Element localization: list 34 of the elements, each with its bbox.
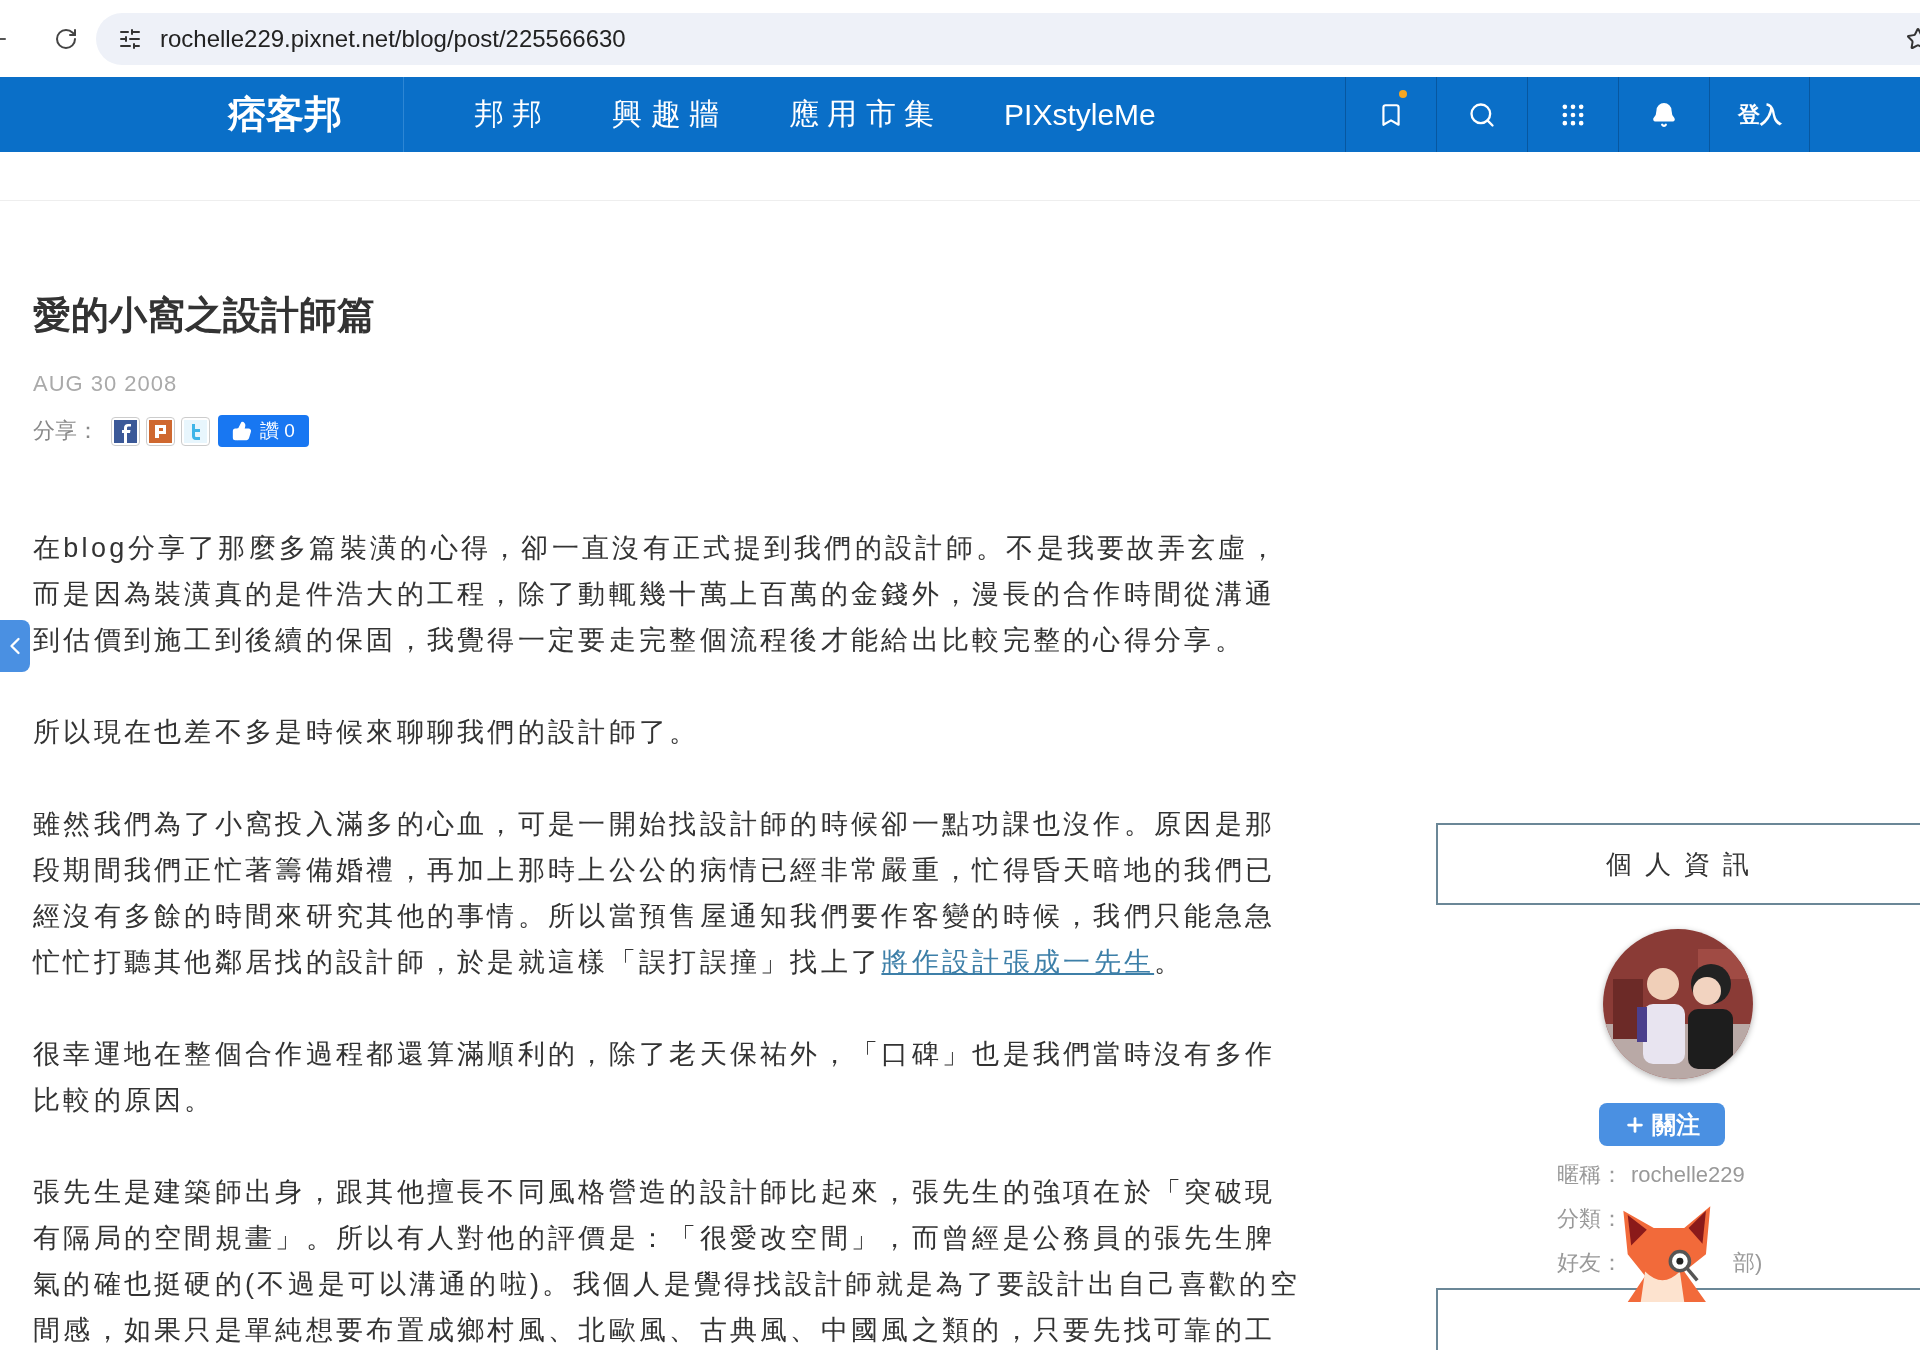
paragraph: 很幸運地在整個合作過程都還算滿順利的，除了老天保祐外，「口碑」也是我們當時沒有多作 比較的原因。 (33, 1038, 1277, 1117)
paragraph: 所以現在也差不多是時候來聊聊我們的設計師了。 (33, 716, 701, 749)
search-icon (1468, 100, 1496, 129)
thumbs-up-icon (232, 421, 252, 441)
info-value: 部) (1733, 1249, 1763, 1277)
nav-link[interactable]: 興 趣 牆 (612, 94, 719, 135)
url-text: rochelle229.pixnet.net/blog/post/225566630 (160, 24, 626, 53)
logo[interactable]: 痞客邦 (228, 77, 404, 152)
section-title: 個 人 資 訊 (1605, 847, 1753, 881)
site-settings-icon[interactable] (118, 26, 142, 51)
bell-icon (1651, 101, 1677, 128)
info-label: 暱稱： (1557, 1161, 1623, 1189)
reload-icon[interactable] (54, 26, 78, 51)
info-value: rochelle229 (1631, 1162, 1745, 1188)
designer-link[interactable]: 將作設計張成一先生 (881, 947, 1155, 977)
nav-link[interactable]: 邦 邦 (474, 94, 543, 135)
paragraph: 雖然我們為了小窩投入滿多的心血，可是一開始找設計師的時候卻一點功課也沒作。原因是那 段期間我們正忙著籌備婚禮，再加上那時上公公的病情已經非常嚴重，忙得昏天暗地的我們已 經沒有多餘的時間來研究其他的事情。所以當預售屋通知我們要作客變的時候，我們只能急急 忙忙打聽其他鄰居找的設計師，於是就這樣「誤打誤撞」找上了 將作設計張成一先生。 (33, 808, 1277, 979)
like-button[interactable]: 讚 0 (218, 415, 309, 447)
info-label: 分類： (1557, 1205, 1623, 1233)
side-tab[interactable] (0, 620, 30, 672)
paragraph: 在blog分享了那麼多篇裝潢的心得，卻一直沒有正式提到我們的設計師。不是我要故弄玄虛， 而是因為裝潢真的是件浩大的工程，除了動輒幾十萬上百萬的金錢外，漫長的合作時間從溝通 到估價到施工到後續的保固，我覺得一定要走完整個流程後才能給出比較完整的心得分享。 (33, 532, 1280, 657)
address-bar[interactable]: rochelle229.pixnet.net/blog/post/225566630 (96, 12, 1920, 65)
share-label: 分享： (33, 417, 99, 445)
plurk-share-button[interactable] (146, 416, 175, 446)
post-title: 愛的小窩之設計師篇 (33, 293, 376, 338)
login-button[interactable]: 登入 (1710, 77, 1810, 152)
paragraph: 張先生是建築師出身，跟其他擅長不同風格營造的設計師比起來，張先生的強項在於「突破現 有隔局的空間規畫」。所以有人對他的評價是：「很愛改空間」，而曾經是公務員的張先生脾 氣的確也挺硬的(不過是可以溝通的啦)。我個人是覺得找設計師就是為了要設計出自己喜歡的空 間感，如果只是單純想要布置成鄉村風、北歐風、古典風、中國風之類的，只要先找可靠的工 (33, 1176, 1301, 1347)
info-label: 好友： (1557, 1249, 1623, 1277)
notification-dot (1399, 90, 1407, 98)
post-date: AUG 30 2008 (33, 371, 179, 397)
nav-link[interactable]: PIXstyleMe (1004, 97, 1156, 132)
follow-button[interactable]: 關注 (1599, 1103, 1725, 1146)
facebook-share-button[interactable] (111, 416, 140, 446)
nav-link[interactable]: 應 用 市 集 (789, 94, 935, 135)
